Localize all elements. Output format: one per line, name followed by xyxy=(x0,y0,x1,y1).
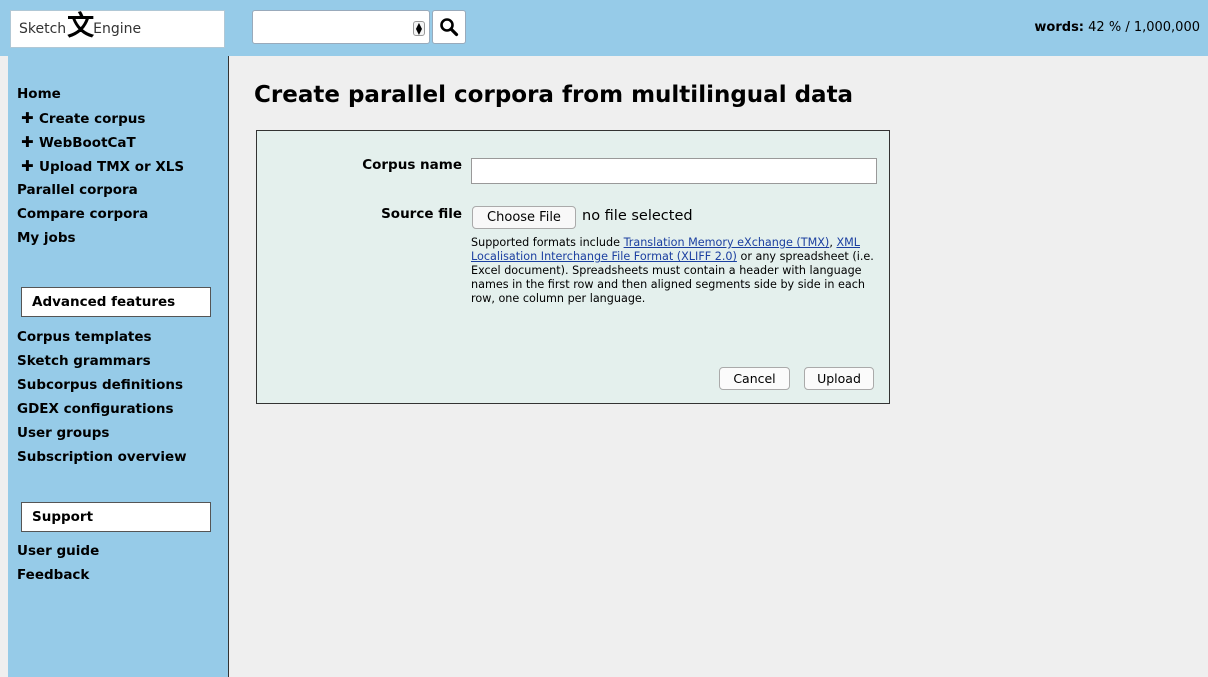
logo-glyph: 文 xyxy=(67,10,95,42)
upload-form-panel: Corpus name Source file Choose File no f… xyxy=(256,130,890,404)
supported-formats-help: Supported formats include Translation Me… xyxy=(471,236,877,306)
sidebar-item-upload-tmx[interactable]: ✚ Upload TMX or XLS xyxy=(17,156,184,180)
sidebar-item-label: Create corpus xyxy=(39,111,146,127)
sidebar-item-subcorpus-definitions[interactable]: Subcorpus definitions xyxy=(17,375,187,399)
support-heading: Support xyxy=(21,502,211,532)
top-header: Sketch 文 Engine ▲ ▼ words: 42 % / 1,000,0… xyxy=(0,0,1208,56)
plus-icon: ✚ xyxy=(21,109,34,127)
support-nav: User guide Feedback xyxy=(17,541,99,589)
help-intro: Supported formats include xyxy=(471,236,624,249)
sidebar-item-create-corpus[interactable]: ✚ Create corpus xyxy=(17,108,184,132)
choose-file-button[interactable]: Choose File xyxy=(472,206,576,229)
words-label: words: xyxy=(1034,20,1085,35)
corpus-search-select[interactable]: ▲ ▼ xyxy=(252,10,430,44)
sidebar-item-label: Upload TMX or XLS xyxy=(39,159,185,175)
file-status-text: no file selected xyxy=(582,208,693,224)
sidebar-item-label: WebBootCaT xyxy=(39,135,136,151)
left-gutter xyxy=(0,56,8,677)
sidebar-item-gdex-configurations[interactable]: GDEX configurations xyxy=(17,399,187,423)
page-title: Create parallel corpora from multilingua… xyxy=(254,82,854,108)
sidebar-item-parallel-corpora[interactable]: Parallel corpora xyxy=(17,180,184,204)
words-value: 42 % / 1,000,000 xyxy=(1088,20,1200,35)
sidebar-divider xyxy=(228,56,229,677)
logo-text-left: Sketch xyxy=(19,21,67,37)
sidebar-item-my-jobs[interactable]: My jobs xyxy=(17,228,184,252)
cancel-button[interactable]: Cancel xyxy=(719,367,790,390)
sidebar-item-feedback[interactable]: Feedback xyxy=(17,565,99,589)
sidebar-item-user-guide[interactable]: User guide xyxy=(17,541,99,565)
search-button[interactable] xyxy=(432,10,466,44)
sidebar-item-sketch-grammars[interactable]: Sketch grammars xyxy=(17,351,187,375)
search-icon xyxy=(440,18,459,37)
logo-text-right: Engine xyxy=(93,21,142,37)
sidebar-item-webbootcat[interactable]: ✚ WebBootCaT xyxy=(17,132,184,156)
upload-button[interactable]: Upload xyxy=(804,367,874,390)
sketch-engine-logo[interactable]: Sketch 文 Engine xyxy=(10,10,225,48)
word-usage-info: words: 42 % / 1,000,000 xyxy=(1034,20,1200,35)
sidebar-item-subscription-overview[interactable]: Subscription overview xyxy=(17,447,187,471)
corpus-name-label: Corpus name xyxy=(362,157,462,173)
sidebar-item-compare-corpora[interactable]: Compare corpora xyxy=(17,204,184,228)
plus-icon: ✚ xyxy=(21,133,34,151)
sidebar-item-corpus-templates[interactable]: Corpus templates xyxy=(17,327,187,351)
source-file-label: Source file xyxy=(381,206,462,222)
select-arrows-icon: ▲ ▼ xyxy=(413,21,425,36)
sidebar-item-home[interactable]: Home xyxy=(17,84,184,108)
advanced-features-heading: Advanced features xyxy=(21,287,211,317)
plus-icon: ✚ xyxy=(21,157,34,175)
sidebar-item-user-groups[interactable]: User groups xyxy=(17,423,187,447)
advanced-features-nav: Corpus templates Sketch grammars Subcorp… xyxy=(17,327,187,471)
tmx-link[interactable]: Translation Memory eXchange (TMX) xyxy=(624,236,830,249)
sidebar-nav: Home ✚ Create corpus ✚ WebBootCaT ✚ Upload … xyxy=(17,84,184,252)
corpus-name-input[interactable] xyxy=(471,158,877,184)
